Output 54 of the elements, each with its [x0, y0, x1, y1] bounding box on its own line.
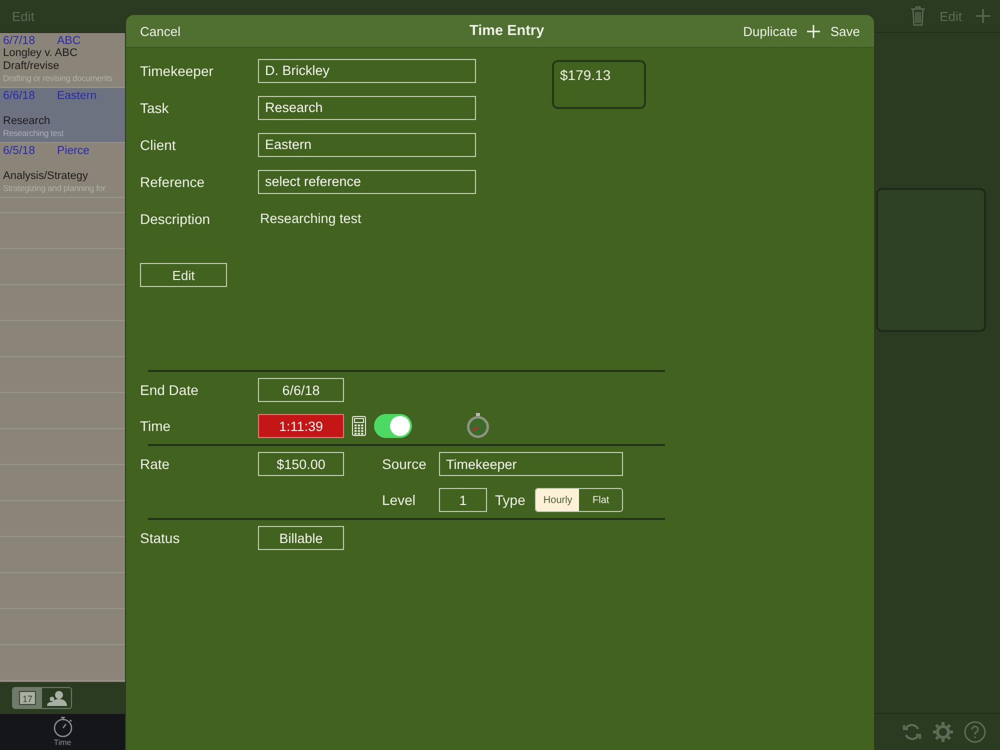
stopwatch-icon[interactable] — [466, 413, 490, 439]
calculator-icon[interactable] — [352, 416, 366, 436]
sync-icon[interactable] — [902, 722, 922, 742]
field-label: Type — [495, 492, 526, 508]
entry-task: Analysis/Strategy — [3, 170, 89, 183]
entry-date: 6/7/18 — [3, 35, 35, 47]
duplicate-button[interactable]: Duplicate — [743, 24, 798, 38]
dialog-title: Time Entry — [468, 23, 546, 39]
input-field[interactable]: select reference — [258, 170, 476, 194]
field-label: Rate — [140, 456, 171, 472]
field-label: Level — [382, 492, 416, 508]
field-label: Source — [382, 456, 428, 472]
input-field[interactable]: D. Brickley — [258, 58, 476, 82]
plus-icon[interactable] — [976, 9, 990, 23]
trash-icon[interactable] — [910, 6, 926, 26]
field-label: Time — [140, 418, 172, 434]
entry-matter: Longley v. ABC — [3, 47, 78, 60]
time-entry-row[interactable]: 6/6/18 Eastern Research Researching test — [0, 88, 125, 143]
entry-date: 6/6/18 — [3, 90, 35, 102]
status-field[interactable]: Billable — [258, 526, 344, 550]
field-label: Reference — [140, 174, 206, 190]
rate-field[interactable]: $150.00 — [258, 452, 344, 476]
entry-client: Eastern — [56, 90, 97, 102]
field-label: Timekeeper — [140, 62, 214, 78]
level-field[interactable]: 1 — [439, 488, 487, 512]
people-icon — [46, 690, 66, 706]
entry-description: Researching test — [3, 128, 65, 139]
field-label: Status — [140, 530, 181, 546]
amount-display: $179.13 — [552, 60, 646, 109]
entry-date: 6/5/18 — [3, 145, 35, 157]
date-field[interactable]: 6/6/18 — [258, 378, 344, 402]
entry-task: Draft/revise — [3, 60, 60, 73]
settings-icon[interactable] — [932, 721, 954, 743]
type-segment[interactable]: Hourly — [536, 489, 580, 511]
time-tab[interactable]: Time — [52, 714, 74, 750]
help-icon[interactable] — [964, 721, 986, 743]
calendar-view-tab[interactable]: 17 — [13, 688, 42, 708]
time-field[interactable]: 1:11:39 — [258, 414, 344, 438]
field-label: Client — [140, 136, 177, 152]
source-field[interactable]: Timekeeper — [439, 452, 623, 476]
save-button[interactable]: Save — [830, 24, 860, 38]
entry-client: Pierce — [56, 145, 90, 157]
cancel-button[interactable]: Cancel — [140, 24, 180, 38]
description-text: Researching test — [259, 211, 362, 226]
field-label: End Date — [140, 382, 200, 398]
edit-button[interactable]: Edit — [140, 263, 227, 287]
entry-task: Research — [3, 115, 52, 128]
input-field[interactable]: Research — [258, 96, 476, 120]
entry-client: ABC — [56, 35, 81, 47]
type-segment[interactable]: Flat — [579, 489, 622, 511]
timer-toggle[interactable] — [374, 414, 412, 438]
field-label: Description — [140, 210, 212, 226]
field-label: Task — [140, 100, 170, 116]
input-field[interactable]: Eastern — [258, 132, 476, 156]
